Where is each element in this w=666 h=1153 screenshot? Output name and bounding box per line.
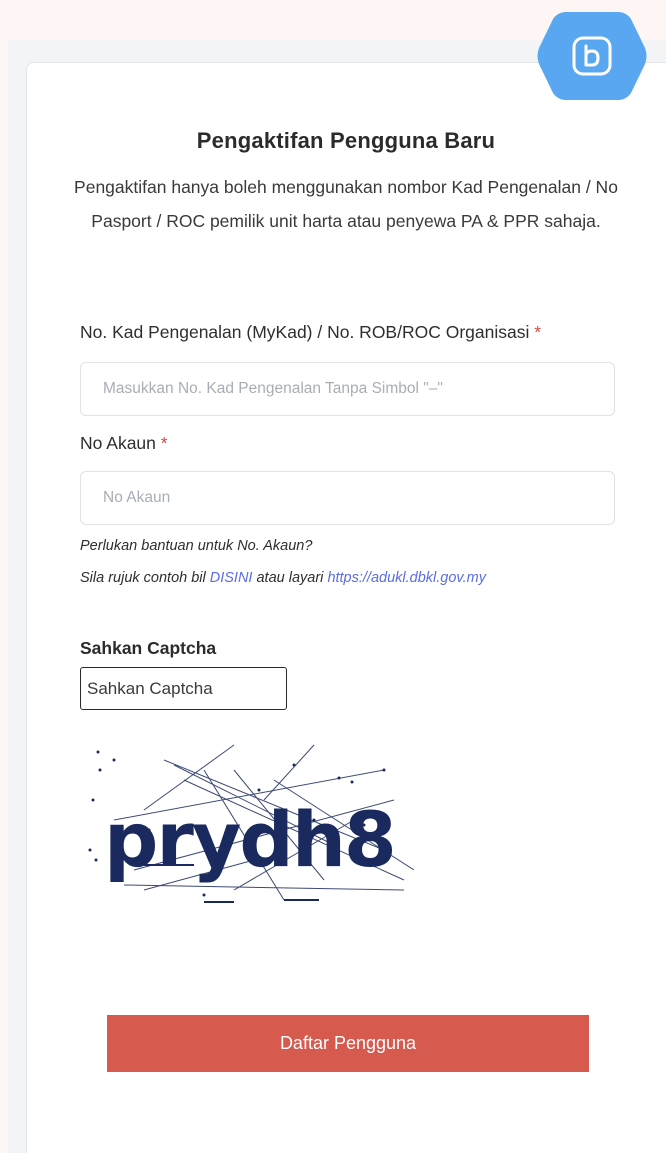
captcha-label: Sahkan Captcha bbox=[80, 638, 217, 658]
captcha-code: prydh8 bbox=[104, 795, 395, 884]
b-letter-icon bbox=[537, 12, 647, 100]
required-asterisk: * bbox=[534, 322, 542, 342]
account-help-question: Perlukan bantuan untuk No. Akaun? bbox=[80, 538, 313, 554]
sample-bill-link[interactable]: DISINI bbox=[210, 570, 253, 586]
adukl-website-link[interactable]: https://adukl.dbkl.gov.my bbox=[327, 570, 486, 586]
account-help-text: Sila rujuk contoh bil DISINI atau layari… bbox=[80, 570, 486, 586]
form-title: Pengaktifan Pengguna Baru bbox=[196, 128, 496, 153]
register-user-button[interactable]: Daftar Pengguna bbox=[107, 1015, 589, 1072]
form-subtitle: Pengaktifan hanya boleh menggunakan nomb… bbox=[74, 177, 618, 231]
captcha-svg: prydh8 bbox=[88, 744, 415, 903]
floating-badge[interactable] bbox=[536, 10, 648, 102]
captcha-input[interactable] bbox=[80, 667, 287, 710]
captcha-image: prydh8 bbox=[84, 740, 415, 905]
required-asterisk: * bbox=[160, 433, 168, 453]
id-number-input[interactable] bbox=[80, 362, 615, 416]
account-number-input[interactable] bbox=[80, 471, 615, 525]
help-prefix: Sila rujuk contoh bil bbox=[80, 570, 210, 586]
account-number-label: No Akaun * bbox=[80, 433, 168, 454]
id-number-label-text: No. Kad Pengenalan (MyKad) / No. ROB/ROC… bbox=[80, 322, 530, 342]
id-number-label: No. Kad Pengenalan (MyKad) / No. ROB/ROC… bbox=[80, 322, 541, 343]
help-middle: atau layari bbox=[252, 570, 328, 586]
account-number-label-text: No Akaun bbox=[80, 433, 156, 453]
